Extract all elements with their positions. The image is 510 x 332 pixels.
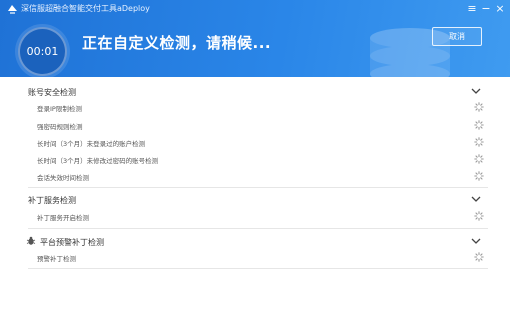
loading-spinner-icon <box>474 154 484 164</box>
close-icon[interactable]: × <box>493 2 507 15</box>
group-header-patch-service[interactable]: 补丁服务检测 <box>28 191 488 209</box>
item-label: 会话失效时间检测 <box>37 174 89 182</box>
loading-spinner-icon <box>474 171 484 181</box>
item-label: 预警补丁检测 <box>37 255 76 263</box>
app-logo-icon <box>8 5 17 14</box>
menu-icon[interactable]: ≡ <box>465 2 479 15</box>
status-title: 正在自定义检测，请稍候... <box>82 34 272 52</box>
loading-spinner-icon <box>474 211 484 221</box>
list-item: 强密码规则检测 <box>37 118 487 134</box>
loading-spinner-icon <box>474 137 484 147</box>
title-bar: 深信服超融合智能交付工具aDeploy ≡ − × <box>0 0 510 18</box>
divider <box>28 228 488 229</box>
loading-spinner-icon <box>474 252 484 262</box>
loading-spinner-icon <box>474 102 484 112</box>
group-title: 补丁服务检测 <box>28 196 76 205</box>
list-item: 预警补丁检测 <box>37 250 487 266</box>
item-label: 长时间（3个月）未修改过密码的账号检测 <box>37 157 159 165</box>
header-banner: 深信服超融合智能交付工具aDeploy ≡ − × 00:01 正在自定义检测，… <box>0 0 510 77</box>
timer-text: 00:01 <box>26 45 59 58</box>
list-item: 补丁服务开启检测 <box>37 209 487 225</box>
list-item: 长时间（3个月）未修改过密码的账号检测 <box>37 152 487 168</box>
item-label: 登录IP限制检测 <box>37 105 82 113</box>
item-label: 补丁服务开启检测 <box>37 214 89 222</box>
item-label: 长时间（3个月）未登录过的账户检测 <box>37 140 146 148</box>
group-header-account-security[interactable]: 账号安全检测 <box>28 83 488 101</box>
group-header-platform-warning-patch[interactable]: 平台预警补丁检测 <box>26 233 488 251</box>
group-title: 平台预警补丁检测 <box>40 238 104 247</box>
chevron-down-icon[interactable] <box>470 86 482 96</box>
list-item: 登录IP限制检测 <box>37 100 487 116</box>
bug-icon <box>26 236 36 245</box>
loading-spinner-icon <box>474 120 484 130</box>
minimize-icon[interactable]: − <box>479 2 493 15</box>
cancel-button[interactable]: 取消 <box>432 27 482 46</box>
list-item: 会话失效时间检测 <box>37 169 487 185</box>
divider <box>28 268 488 269</box>
chevron-down-icon[interactable] <box>470 194 482 204</box>
group-title: 账号安全检测 <box>28 88 76 97</box>
chevron-down-icon[interactable] <box>470 236 482 246</box>
divider <box>28 187 488 188</box>
elapsed-timer: 00:01 <box>18 27 67 76</box>
list-item: 长时间（3个月）未登录过的账户检测 <box>37 135 487 151</box>
item-label: 强密码规则检测 <box>37 123 83 131</box>
check-list: 账号安全检测 登录IP限制检测 强密码规则检测 长时间（3个月）未登录过的账户检… <box>0 77 510 332</box>
app-title: 深信服超融合智能交付工具aDeploy <box>21 4 150 13</box>
